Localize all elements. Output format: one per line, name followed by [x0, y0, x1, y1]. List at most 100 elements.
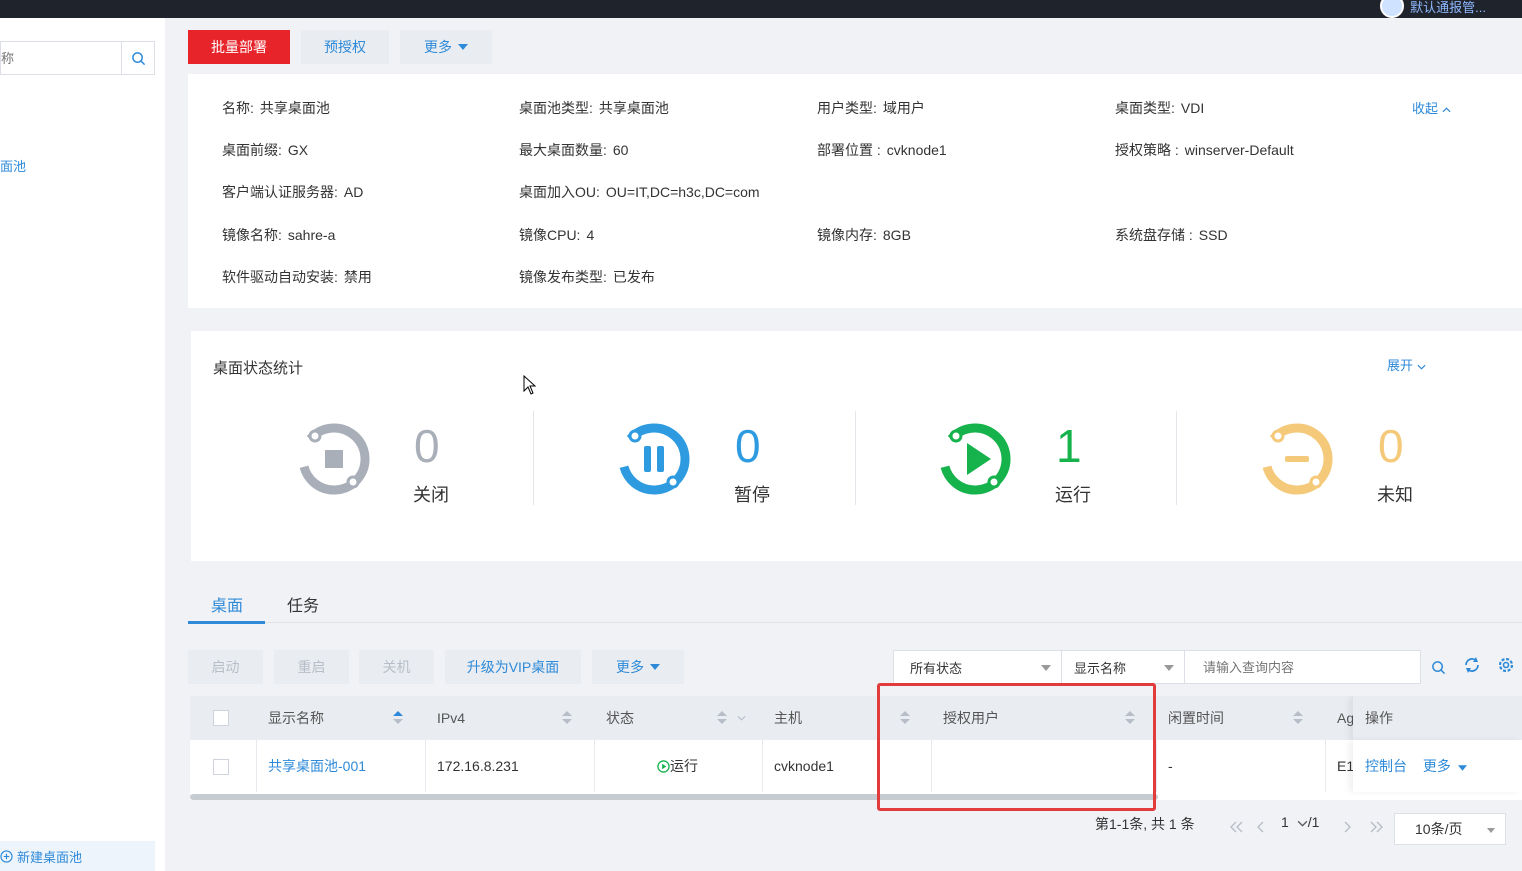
unknown-icon [1261, 423, 1333, 495]
caret-down-icon [1041, 665, 1051, 671]
query-field[interactable] [1184, 650, 1421, 684]
row-idle-time: - [1168, 758, 1173, 774]
refresh-icon [1465, 657, 1479, 673]
play-icon [939, 423, 1011, 495]
unknown-count: 0 [1378, 420, 1404, 472]
last-page-icon[interactable] [1370, 821, 1384, 833]
info-image-name: 镜像名称: sahre-a [222, 227, 336, 243]
table-row: 共享桌面池-001 172.16.8.231 运行 cvknode1 - E1 … [190, 740, 1522, 792]
row-checkbox[interactable] [213, 759, 229, 775]
info-name: 名称: 共享桌面池 [222, 100, 330, 116]
sort-icon[interactable] [717, 711, 727, 725]
console-link[interactable]: 控制台 [1365, 758, 1407, 774]
expand-link[interactable]: 展开 [1387, 355, 1426, 374]
row-operations: 控制台 更多 [1353, 740, 1522, 792]
shutdown-button[interactable]: 关机 [359, 650, 434, 684]
header-ipv4[interactable]: IPv4 [425, 696, 465, 740]
stat-divider [1176, 411, 1177, 505]
collapse-link[interactable]: 收起 [1412, 98, 1451, 117]
desktop-status-card: 桌面状态统计 展开 0 关闭 0 暂停 1 运行 0 未知 [191, 331, 1522, 561]
header-host[interactable]: 主机 [762, 696, 802, 740]
row-ipv4: 172.16.8.231 [437, 758, 519, 774]
caret-down-icon [458, 44, 468, 50]
highlight-annotation [877, 683, 1156, 811]
chevron-down-icon [1417, 364, 1426, 370]
status-filter-select[interactable]: 所有状态 [893, 650, 1062, 684]
running-status-icon [657, 760, 670, 773]
restart-button[interactable]: 重启 [274, 650, 349, 684]
search-icon [131, 51, 145, 65]
info-publish-type: 镜像发布类型: 已发布 [519, 269, 655, 285]
caret-down-icon [650, 664, 660, 670]
query-search-button[interactable] [1421, 650, 1455, 684]
first-page-icon[interactable] [1229, 821, 1243, 833]
desktop-table: 显示名称 IPv4 状态 主机 授权用户 闲置时间 Ag 操作 共享桌面池-00… [190, 696, 1522, 800]
stat-divider [533, 411, 534, 505]
row-display-name[interactable]: 共享桌面池-001 [256, 740, 366, 792]
header-status[interactable]: 状态 [594, 696, 634, 740]
info-auth-policy: 授权策略 : winserver-Default [1115, 142, 1294, 158]
header-agent[interactable]: Ag [1325, 696, 1354, 740]
top-bar: 默认通报管... [0, 0, 1522, 18]
batch-deploy-button[interactable]: 批量部署 [188, 30, 290, 64]
select-all-checkbox[interactable] [213, 710, 229, 726]
actions-more-label: 更多 [616, 659, 644, 675]
paused-label: 暂停 [734, 485, 770, 505]
info-system-disk: 系统盘存储 : SSD [1115, 227, 1228, 243]
column-divider [1325, 740, 1326, 792]
upgrade-vip-button[interactable]: 升级为VIP桌面 [445, 650, 581, 684]
sort-icon[interactable] [562, 711, 572, 725]
current-page: 1 [1281, 814, 1289, 830]
row-status-text: 运行 [670, 758, 698, 774]
refresh-button[interactable] [1463, 656, 1481, 677]
row-agent: E1 [1337, 758, 1355, 774]
prev-page-icon[interactable] [1256, 821, 1264, 833]
current-page-select[interactable]: 1 /1 [1281, 814, 1319, 830]
column-divider [256, 740, 257, 792]
actions-more-button[interactable]: 更多 [592, 650, 684, 684]
caret-down-icon [1487, 828, 1495, 833]
sidebar-search-input[interactable] [1, 42, 121, 74]
next-page-icon[interactable] [1344, 821, 1352, 833]
stopped-label: 关闭 [413, 485, 449, 505]
sort-icon[interactable] [1293, 711, 1303, 725]
query-input[interactable] [1185, 652, 1415, 682]
tab-desktop[interactable]: 桌面 [211, 592, 243, 616]
search-button[interactable] [121, 42, 154, 74]
column-divider [1156, 740, 1157, 792]
user-menu[interactable]: 默认通报管... [1380, 0, 1486, 18]
collapse-label: 收起 [1412, 101, 1439, 116]
row-more-link[interactable]: 更多 [1423, 758, 1467, 774]
stopped-icon [298, 423, 370, 495]
filter-chevron-icon[interactable] [737, 715, 746, 721]
field-filter-value: 显示名称 [1074, 660, 1127, 676]
more-label: 更多 [424, 39, 452, 55]
info-desktop-type: 桌面类型: VDI [1115, 100, 1205, 116]
settings-button[interactable] [1497, 656, 1515, 677]
new-pool-button[interactable]: 新建桌面池 [0, 841, 155, 871]
tab-bar: 桌面 任务 [188, 580, 1522, 624]
field-filter-select[interactable]: 显示名称 [1061, 650, 1185, 684]
header-display-name[interactable]: 显示名称 [256, 696, 324, 740]
total-pages: /1 [1307, 814, 1320, 830]
info-pool-type: 桌面池类型: 共享桌面池 [519, 100, 669, 116]
running-count: 1 [1056, 420, 1082, 472]
start-button[interactable]: 启动 [188, 650, 263, 684]
running-label: 运行 [1055, 485, 1091, 505]
more-button[interactable]: 更多 [400, 30, 492, 64]
sidebar-item-pool[interactable]: 面池 [0, 156, 26, 175]
avatar [1380, 0, 1405, 18]
info-prefix: 桌面前缀: GX [222, 142, 309, 158]
user-name: 默认通报管... [1410, 0, 1486, 15]
sort-icon[interactable] [393, 711, 403, 725]
info-auth-server: 客户端认证服务器: AD [222, 184, 364, 200]
stat-divider [855, 411, 856, 505]
pre-authorize-button[interactable]: 预授权 [301, 30, 389, 64]
tab-task[interactable]: 任务 [287, 592, 319, 616]
mouse-cursor-icon [523, 375, 537, 395]
page-size-select[interactable]: 10条/页 [1394, 813, 1506, 845]
unknown-label: 未知 [1377, 485, 1413, 505]
chevron-down-icon [1297, 820, 1308, 827]
info-deploy-location: 部署位置 : cvknode1 [817, 142, 947, 158]
header-idle-time[interactable]: 闲置时间 [1156, 696, 1224, 740]
